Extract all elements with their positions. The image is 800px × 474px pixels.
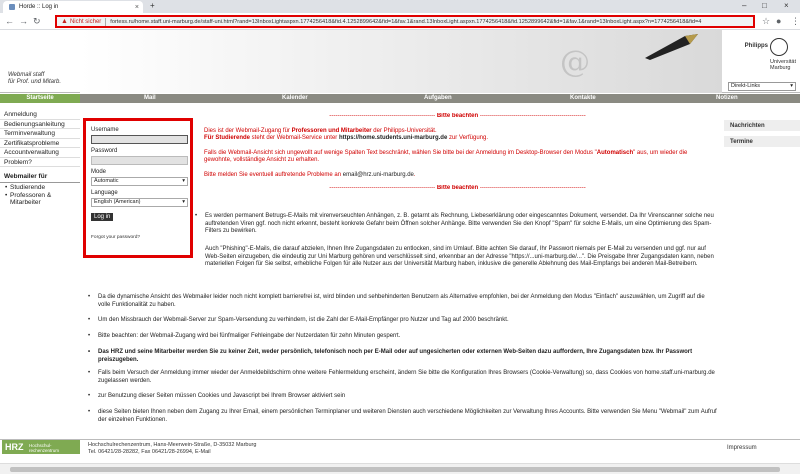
bookmark-star-icon[interactable]: ☆ xyxy=(762,16,770,27)
nav-mail[interactable]: Mail xyxy=(144,94,156,103)
impressum-link[interactable]: Impressum xyxy=(727,445,757,451)
sidebar-sub-studierende[interactable]: Studierende xyxy=(0,183,80,191)
fountain-pen-graphic xyxy=(645,34,698,60)
termine-heading: Termine xyxy=(724,136,800,147)
left-sidebar: Anmeldung Bedienungsanleitung Terminverw… xyxy=(0,110,80,206)
notice-block: ----------------------------------------… xyxy=(204,113,688,191)
username-input[interactable] xyxy=(91,135,188,144)
tab-title: Horde :: Log in xyxy=(19,4,59,10)
back-icon[interactable]: ← xyxy=(5,16,14,26)
forgot-password-link[interactable]: Forgot your password? xyxy=(91,235,185,240)
maximize-icon[interactable]: □ xyxy=(762,1,767,10)
nav-aufgaben[interactable]: Aufgaben xyxy=(424,94,452,103)
university-logo xyxy=(722,30,800,80)
horizontal-scrollbar[interactable] xyxy=(0,463,800,474)
url-text: fortess.ru/home.staff.uni-marburg.de/sta… xyxy=(110,18,702,25)
close-tab-icon[interactable]: × xyxy=(135,4,139,11)
close-window-icon[interactable]: × xyxy=(784,1,789,10)
sidebar-item-anmeldung[interactable]: Anmeldung xyxy=(0,110,80,120)
list-item: diese Seiten bieten Ihnen neben dem Zuga… xyxy=(88,409,718,424)
language-select[interactable]: English (American) xyxy=(91,198,188,207)
nachrichten-heading: Nachrichten xyxy=(724,120,800,131)
minimize-icon[interactable]: – xyxy=(742,1,746,10)
username-label: Username xyxy=(91,127,119,133)
forward-icon[interactable]: → xyxy=(19,16,28,26)
hrz-logo: HRZ Hochschul-rechenzentrum xyxy=(2,440,80,454)
sidebar-item-accountverwaltung[interactable]: Accountverwaltung xyxy=(0,148,80,158)
sidebar-item-zertifikatsprobleme[interactable]: Zertifikatsprobleme xyxy=(0,139,80,148)
notice-heading: Bitte beachten xyxy=(436,113,479,119)
browser-tab[interactable]: Horde :: Log in × xyxy=(3,1,143,13)
nav-notizen[interactable]: Notizen xyxy=(716,94,738,103)
sidebar-section-title: Webmailer für xyxy=(0,171,80,183)
mode-select[interactable]: Automatic xyxy=(91,177,188,186)
sidebar-item-bedienungsanleitung[interactable]: Bedienungsanleitung xyxy=(0,120,80,129)
list-item: Auch "Phishing"-E-Mails, die darauf abzi… xyxy=(205,246,714,267)
not-secure-label: Nicht sicher xyxy=(69,18,102,25)
list-item: Es werden permanent Betrugs-E-Mails mit … xyxy=(195,213,715,236)
university-seal-icon xyxy=(770,38,788,56)
list-item: Da die dynamische Ansicht des Webmailer … xyxy=(88,294,718,309)
brand-text: Webmail staff für Prof. und Mitarb. xyxy=(8,72,62,85)
menu-icon[interactable]: ⋮ xyxy=(791,16,800,27)
at-sign-graphic: @ xyxy=(560,45,590,80)
browser-toolbar: ← → ↻ ▲ Nicht sicher fortess.ru/home.sta… xyxy=(0,13,800,30)
right-sidebar: Nachrichten Termine xyxy=(724,110,800,152)
nav-startseite[interactable]: Startseite xyxy=(0,94,80,103)
login-form: Username Password Mode Automatic Languag… xyxy=(83,118,193,258)
language-label: Language xyxy=(91,190,118,196)
password-label: Password xyxy=(91,148,118,154)
support-email-link[interactable]: email@hrz.uni-marburg.de xyxy=(343,172,414,178)
nav-kontakte[interactable]: Kontakte xyxy=(570,94,596,103)
direkt-links-select[interactable]: Direkt-Links xyxy=(728,82,796,91)
browser-tabbar: Horde :: Log in × + – □ × xyxy=(0,0,800,13)
header-banner xyxy=(80,30,722,93)
profile-icon[interactable]: ● xyxy=(776,16,781,26)
warning-icon: ▲ xyxy=(61,18,68,25)
favicon-icon xyxy=(9,4,15,10)
students-link[interactable]: https://home.students.uni-marburg.de xyxy=(339,135,447,141)
nav-kalender[interactable]: Kalender xyxy=(282,94,308,103)
login-button[interactable]: Log in xyxy=(91,213,114,221)
password-input[interactable] xyxy=(91,156,188,165)
footer-address: Hochschulrechenzentrum, Hans-Meerwein-St… xyxy=(88,442,257,455)
sidebar-item-terminverwaltung[interactable]: Terminverwaltung xyxy=(0,129,80,139)
list-item: Falls beim Versuch der Anmeldung immer w… xyxy=(88,370,718,385)
mode-label: Mode xyxy=(91,169,107,175)
list-item: Bitte beachten: der Webmail-Zugang wird … xyxy=(88,333,718,341)
list-item: zur Benutzung dieser Seiten müssen Cooki… xyxy=(88,393,718,401)
new-tab-icon[interactable]: + xyxy=(150,1,155,10)
list-item: Das HRZ und seine Mitarbeiter werden Sie… xyxy=(88,349,718,364)
reload-icon[interactable]: ↻ xyxy=(33,16,41,27)
address-bar[interactable]: ▲ Nicht sicher fortess.ru/home.staff.uni… xyxy=(55,15,755,28)
list-item: Um den Missbrauch der Webmail-Server zur… xyxy=(88,317,718,325)
main-nav: Startseite Mail Kalender Aufgaben Kontak… xyxy=(0,94,800,103)
scrollbar-thumb[interactable] xyxy=(10,467,780,472)
sidebar-sub-professoren[interactable]: Professoren & Mitarbeiter xyxy=(0,191,80,206)
sidebar-item-problem[interactable]: Problem? xyxy=(0,158,80,167)
